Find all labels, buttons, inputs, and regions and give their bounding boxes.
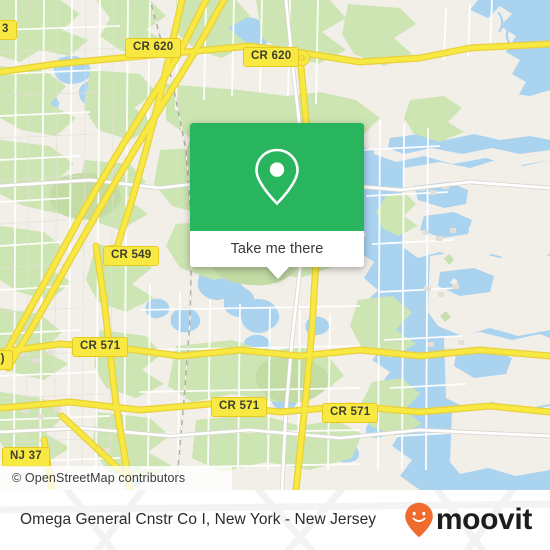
popup-tail	[267, 267, 289, 279]
take-me-there-button[interactable]: Take me there	[190, 231, 364, 267]
road-shield: 3	[0, 20, 17, 40]
map-canvas[interactable]: 3 CR 620 CR 620 CR 549 3) CR 571 CR 571 …	[0, 0, 550, 490]
page-footer: Omega General Cnstr Co I, New York - New…	[0, 490, 550, 550]
road-shield: CR 620	[125, 38, 182, 58]
road-shield: CR 549	[103, 246, 160, 266]
popup-header	[190, 123, 364, 231]
moovit-pin-smiley-icon	[405, 502, 433, 538]
road-shield: NJ 37	[2, 447, 50, 467]
road-shield: CR 571	[322, 403, 379, 423]
page-title: Omega General Cnstr Co I, New York - New…	[20, 511, 377, 528]
map-attribution: © OpenStreetMap contributors	[0, 466, 232, 490]
moovit-wordmark: moovit	[435, 503, 533, 536]
attribution-text: © OpenStreetMap contributors	[12, 471, 186, 485]
map-pin-icon	[255, 148, 299, 206]
road-shield: CR 571	[211, 397, 268, 417]
road-shield: 3)	[0, 350, 13, 370]
road-shield: CR 571	[72, 337, 129, 357]
moovit-logo[interactable]: moovit	[404, 502, 532, 538]
road-shield: CR 620	[243, 47, 300, 67]
moovit-location-page: 3 CR 620 CR 620 CR 549 3) CR 571 CR 571 …	[0, 0, 550, 550]
take-me-there-label: Take me there	[230, 241, 324, 257]
location-popup[interactable]: Take me there	[190, 123, 364, 279]
